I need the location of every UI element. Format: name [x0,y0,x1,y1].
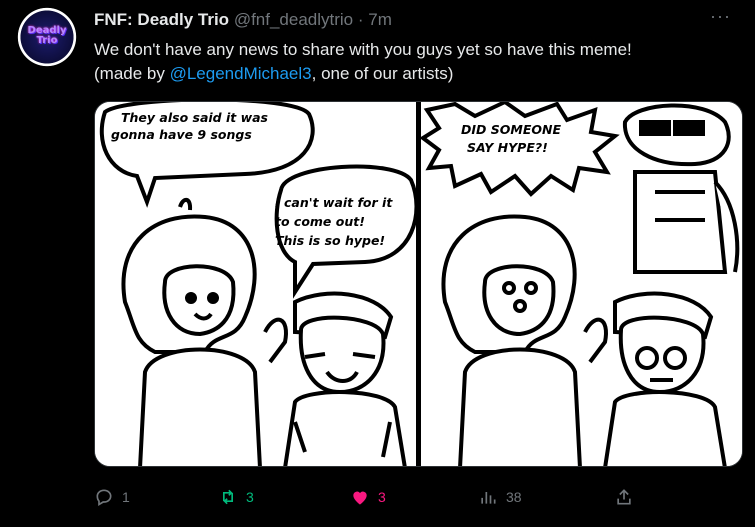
tweet-text-suffix: , one of our artists) [311,64,454,83]
more-options-button[interactable]: ··· [710,6,731,27]
tweet-text-line1: We don't have any news to share with you… [94,40,632,59]
bubble1-line2: gonna have 9 songs [111,127,252,142]
more-icon: ··· [710,6,731,26]
reply-button[interactable]: 1 [94,484,130,510]
heart-icon [353,491,367,505]
tweet-media-image[interactable]: They also said it was gonna have 9 songs… [94,101,743,467]
like-count: 3 [378,489,386,505]
pico-character [622,103,740,274]
share-icon [617,489,631,505]
tweet-text-line2: (made by @LegendMichael3, one of our art… [94,62,744,86]
retweet-count: 3 [246,489,254,505]
separator: · [357,10,364,29]
display-name[interactable]: FNF: Deadly Trio [94,10,229,29]
tweet-text-prefix: (made by [94,64,170,83]
tweet-header: FNF: Deadly Trio @fnf_deadlytrio · 7m [94,10,392,30]
bubble2-line2: to come out! [275,214,365,229]
comic-image: They also said it was gonna have 9 songs… [95,102,742,466]
mention-link[interactable]: @LegendMichael3 [170,64,312,83]
bubble2-line3: This is so hype! [275,233,385,248]
timestamp[interactable]: 7m [368,10,392,29]
shout-line2: SAY HYPE?! [467,140,548,155]
avatar[interactable]: Deadly Trio [16,6,78,68]
views-button[interactable]: 38 [478,484,522,510]
analytics-icon [481,492,496,504]
retweet-icon [223,489,233,505]
avatar-logo: Deadly Trio [27,25,67,46]
reply-icon [96,489,112,506]
tweet-text: We don't have any news to share with you… [94,38,744,86]
share-button[interactable] [614,484,634,510]
views-count: 38 [506,489,522,505]
retweet-button[interactable]: 3 [218,484,254,510]
bubble1-line1: They also said it was [121,110,268,125]
bubble2-line1: I can't wait for it [275,195,393,210]
like-button[interactable]: 3 [350,484,386,510]
reply-count: 1 [122,489,130,505]
tweet-actions-bar: 1 3 3 38 [94,484,744,510]
shout-line1: DID SOMEONE [461,122,561,137]
user-handle[interactable]: @fnf_deadlytrio [234,10,353,29]
